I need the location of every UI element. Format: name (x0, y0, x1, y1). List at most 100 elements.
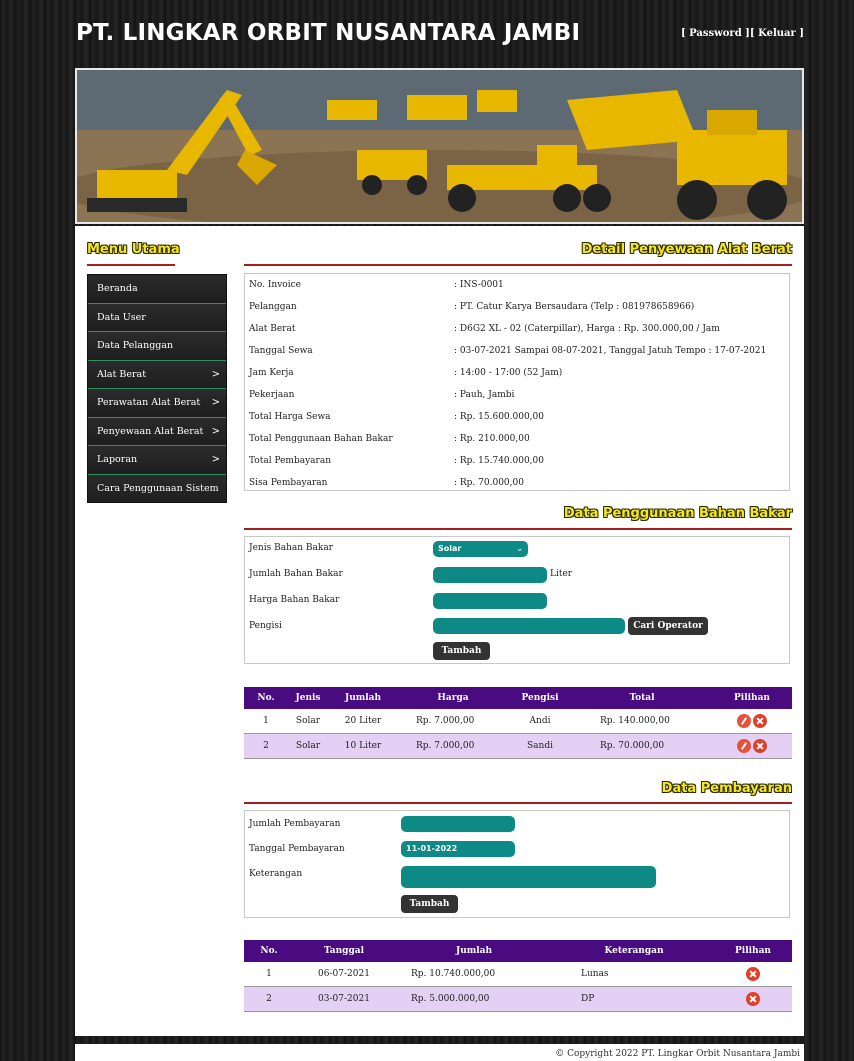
cell-no: 2 (244, 733, 288, 759)
chevron-right-icon: > (211, 454, 220, 465)
col-total: Total (572, 687, 712, 709)
delete-icon[interactable] (746, 967, 760, 981)
tanggal-pembayaran-input[interactable]: 11-01-2022 (401, 841, 515, 857)
detail-label: Tanggal Sewa (249, 346, 313, 356)
detail-row: Jam Kerja: 14:00 - 17:00 (52 Jam) (245, 362, 789, 384)
table-header-row: No. Jenis Jumlah Harga Pengisi Total Pil… (244, 687, 792, 709)
table-header-row: No. Tanggal Jumlah Keterangan Pilihan (244, 940, 792, 962)
col-jenis: Jenis (288, 687, 328, 709)
table-row: 1 06-07-2021 Rp. 10.740.000,00 Lunas (244, 962, 792, 987)
jumlah-input[interactable] (433, 567, 547, 583)
footer-copyright: © Copyright 2022 PT. Lingkar Orbit Nusan… (75, 1044, 804, 1061)
detail-row: Total Pembayaran: Rp. 15.740.000,00 (245, 450, 789, 472)
sidebar-item-label: Beranda (97, 283, 138, 294)
cell-jenis: Solar (288, 709, 328, 734)
sidebar-item-label: Alat Berat (97, 368, 147, 380)
cell-total: Rp. 140.000,00 (572, 709, 712, 734)
col-harga: Harga (398, 687, 508, 709)
sidebar-item-perawatan[interactable]: Perawatan Alat Berat > (88, 389, 226, 418)
detail-label: Pekerjaan (249, 390, 295, 400)
detail-row: Pelanggan : PT. Catur Karya Bersaudara (T… (245, 296, 789, 318)
detail-label: No. Invoice (249, 280, 301, 290)
cari-operator-button[interactable]: Cari Operator (628, 617, 708, 635)
liter-unit: Liter (550, 569, 573, 579)
chevron-down-icon: ⌄ (516, 544, 523, 553)
jenis-select[interactable]: Solar ⌄ (433, 541, 528, 557)
cell-jumlah: Rp. 10.740.000,00 (394, 962, 554, 987)
cell-actions (714, 962, 792, 987)
pengisi-input[interactable] (433, 618, 625, 634)
tanggal-pembayaran-label: Tanggal Pembayaran (249, 844, 345, 854)
tambah-fuel-button[interactable]: Tambah (433, 642, 490, 660)
col-jumlah: Jumlah (394, 940, 554, 962)
section-divider (244, 802, 792, 804)
chevron-right-icon: > (211, 397, 220, 408)
cell-no: 1 (244, 962, 294, 987)
cell-pengisi: Andi (508, 709, 572, 734)
cell-harga: Rp. 7.000,00 (398, 709, 508, 734)
sidebar-item-beranda[interactable]: Beranda (88, 275, 226, 304)
jumlah-pembayaran-input[interactable] (401, 816, 515, 832)
tambah-payment-button[interactable]: Tambah (401, 895, 458, 913)
detail-label: Pelanggan (249, 302, 297, 312)
sidebar-item-cara-penggunaan[interactable]: Cara Penggunaan Sistem (88, 474, 226, 502)
delete-icon[interactable] (753, 739, 768, 753)
detail-label: Jam Kerja (249, 368, 294, 378)
cell-no: 2 (244, 986, 294, 1012)
cell-actions (712, 709, 792, 734)
detail-row: Total Penggunaan Bahan Bakar: Rp. 210.00… (245, 428, 789, 450)
chevron-right-icon: > (211, 368, 220, 380)
col-pengisi: Pengisi (508, 687, 572, 709)
detail-row: Sisa Pembayaran: Rp. 70.000,00 (245, 472, 789, 494)
menu-title-underline (87, 264, 175, 266)
col-jumlah: Jumlah (328, 687, 398, 709)
sidebar-item-label: Penyewaan Alat Berat (97, 425, 204, 437)
sidebar-item-laporan[interactable]: Laporan > (88, 446, 226, 475)
edit-icon[interactable] (736, 714, 751, 728)
detail-value: : Pauh, Jambi (454, 390, 515, 400)
detail-value: : Rp. 70.000,00 (454, 478, 524, 488)
col-tanggal: Tanggal (294, 940, 394, 962)
detail-value: : INS-0001 (454, 280, 504, 290)
cell-keterangan: DP (554, 986, 714, 1012)
fuel-section-title: Data Penggunaan Bahan Bakar (563, 506, 792, 521)
sidebar-item-data-user[interactable]: Data User (88, 303, 226, 332)
detail-value: : Rp. 210.000,00 (454, 434, 530, 444)
jumlah-label: Jumlah Bahan Bakar (249, 569, 343, 579)
sidebar-item-penyewaan[interactable]: Penyewaan Alat Berat > (88, 417, 226, 446)
sidebar-item-alat-berat[interactable]: Alat Berat > (88, 360, 226, 389)
detail-box: No. Invoice : INS-0001 Pelanggan : PT. Cat… (244, 273, 790, 491)
cell-no: 1 (244, 709, 288, 734)
cell-actions (712, 733, 792, 759)
jumlah-pembayaran-label: Jumlah Pembayaran (249, 819, 341, 829)
cell-tanggal: 06-07-2021 (294, 962, 394, 987)
sidebar-item-data-pelanggan[interactable]: Data Pelanggan (88, 332, 226, 361)
section-divider (244, 264, 792, 266)
detail-section-title: Detail Penyewaan Alat Berat (581, 242, 792, 257)
detail-label: Alat Berat (249, 324, 296, 334)
table-row: 2 Solar 10 Liter Rp. 7.000,00 Sandi Rp. … (244, 733, 792, 759)
col-no: No. (244, 940, 294, 962)
top-links: [ Password ][ Keluar ] (681, 28, 804, 39)
main-content: Menu Utama Beranda Data User Data Pelang… (75, 226, 804, 1036)
delete-icon[interactable] (753, 714, 768, 728)
col-pilihan: Pilihan (712, 687, 792, 709)
keterangan-input[interactable] (401, 866, 656, 888)
detail-row: Tanggal Sewa : 03-07-2021 Sampai 08-07-20… (245, 340, 789, 362)
logout-link[interactable]: [ Keluar ] (750, 28, 804, 39)
detail-row: Alat Berat: D6G2 XL - 02 (Caterpillar), … (245, 318, 789, 340)
site-title: PT. LINGKAR ORBIT NUSANTARA JAMBI (76, 20, 581, 46)
edit-icon[interactable] (736, 739, 751, 753)
detail-label: Total Harga Sewa (249, 412, 331, 422)
password-link[interactable]: [ Password ] (681, 28, 750, 39)
col-keterangan: Keterangan (554, 940, 714, 962)
cell-total: Rp. 70.000,00 (572, 733, 712, 759)
chevron-right-icon: > (211, 425, 220, 437)
heavy-equipment-illustration (77, 70, 802, 222)
harga-input[interactable] (433, 593, 547, 609)
detail-value: : PT. Catur Karya Bersaudara (Telp : 081… (454, 302, 695, 312)
fuel-table: No. Jenis Jumlah Harga Pengisi Total Pil… (244, 687, 792, 759)
sidebar-item-label: Data User (97, 311, 146, 323)
detail-value: : 03-07-2021 Sampai 08-07-2021, Tanggal … (454, 346, 767, 356)
delete-icon[interactable] (746, 992, 760, 1006)
